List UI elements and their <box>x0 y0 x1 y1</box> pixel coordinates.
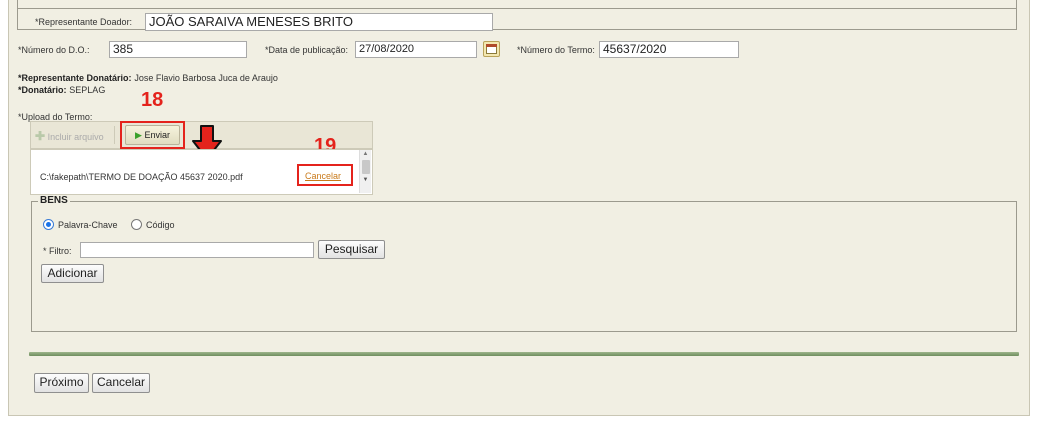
cancel-upload-link[interactable]: Cancelar <box>305 171 341 181</box>
upload-toolbar-divider <box>114 126 115 144</box>
calendar-icon[interactable] <box>483 41 500 57</box>
file-list-scrollbar[interactable]: ▲ ▼ <box>359 150 371 193</box>
filter-label: * Filtro: <box>43 246 72 256</box>
recipient-representative-label: *Representante Donatário: <box>18 73 132 83</box>
do-number-label: *Número do D.O.: <box>18 45 90 55</box>
keyword-radio[interactable] <box>43 219 54 230</box>
recipient: *Donatário: SEPLAG <box>18 85 105 96</box>
search-button[interactable]: Pesquisar <box>318 240 385 259</box>
recipient-label: *Donatário: <box>18 85 67 95</box>
bens-fieldset <box>31 201 1017 332</box>
cancel-button[interactable]: Cancelar <box>92 373 150 393</box>
do-number-input[interactable]: 385 <box>109 41 247 58</box>
recipient-value: SEPLAG <box>69 85 106 95</box>
add-file-label: Incluir arquivo <box>47 132 104 142</box>
publication-date-input[interactable]: 27/08/2020 <box>355 41 477 58</box>
send-label: Enviar <box>144 130 170 140</box>
recipient-representative: *Representante Donatário: Jose Flavio Ba… <box>18 73 278 84</box>
code-radio-label: Código <box>146 220 175 230</box>
term-number-label: *Número do Termo: <box>517 45 595 55</box>
play-icon: ▶ <box>135 130 142 140</box>
recipient-representative-value: Jose Flavio Barbosa Juca de Araujo <box>134 73 278 83</box>
form-page: *Representante Doador: JOÃO SARAIVA MENE… <box>8 0 1030 416</box>
keyword-radio-label: Palavra-Chave <box>58 220 118 230</box>
annotation-step-18: 18 <box>141 89 164 111</box>
donor-fieldset-top-line <box>17 0 1017 9</box>
add-file-button[interactable]: ✚ Incluir arquivo <box>35 128 104 144</box>
filter-input[interactable] <box>80 242 314 258</box>
next-button[interactable]: Próximo <box>34 373 89 393</box>
donor-representative-label: *Representante Doador: <box>35 17 133 27</box>
term-number-input[interactable]: 45637/2020 <box>599 41 739 58</box>
donor-representative-input[interactable]: JOÃO SARAIVA MENESES BRITO <box>145 13 493 31</box>
plus-icon: ✚ <box>35 129 46 143</box>
send-button[interactable]: ▶ Enviar <box>125 125 180 145</box>
add-button[interactable]: Adicionar <box>41 264 104 283</box>
publication-date-label: *Data de publicação: <box>265 45 349 55</box>
code-radio[interactable] <box>131 219 142 230</box>
bens-legend: BENS <box>38 195 70 206</box>
separator <box>29 352 1019 356</box>
uploaded-file-name: C:\fakepath\TERMO DE DOAÇÃO 45637 2020.p… <box>40 172 243 182</box>
